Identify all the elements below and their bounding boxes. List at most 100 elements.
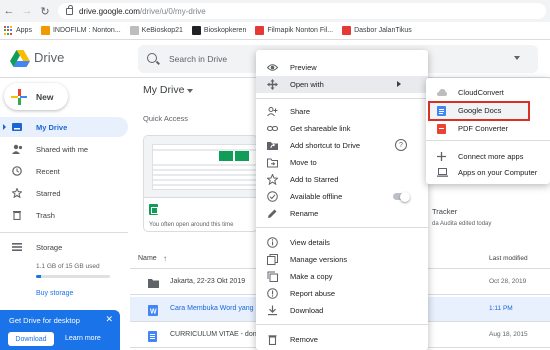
- new-button[interactable]: New: [4, 83, 68, 110]
- drive-icon: [12, 122, 22, 132]
- card-title[interactable]: Tracker: [432, 207, 457, 216]
- file-name: Jakarta, 22-23 Okt 2019: [170, 278, 246, 285]
- sidebar-item-starred[interactable]: Starred: [0, 183, 128, 203]
- menu-item-share[interactable]: Share: [256, 103, 428, 120]
- submenu-item-computer-apps[interactable]: Apps on your Computer: [426, 164, 550, 181]
- quick-access-heading: Quick Access: [143, 114, 189, 123]
- cloudconvert-icon: [437, 88, 447, 98]
- folder-icon: [148, 278, 159, 288]
- drive-logo-icon[interactable]: [10, 50, 30, 67]
- sidebar-item-label: Storage: [36, 242, 63, 252]
- bookmark-bioskopkeren[interactable]: Bioskopkeren: [191, 26, 246, 35]
- kebioskop-favicon: [129, 26, 139, 35]
- menu-item-label: Share: [290, 107, 311, 116]
- bookmark-label: INDOFILM : Nonton...: [52, 27, 121, 34]
- menu-divider: [256, 227, 428, 228]
- bookmark-label: KeBioskop21: [141, 27, 183, 34]
- menu-item-rename[interactable]: Rename: [256, 205, 428, 222]
- docs-icon: [148, 331, 159, 342]
- learn-more-link[interactable]: Learn more: [65, 335, 101, 342]
- menu-item-label: Rename: [290, 209, 319, 218]
- file-name: CURRICULUM VITAE - done: [170, 331, 261, 338]
- menu-divider: [256, 98, 428, 99]
- offline-toggle[interactable]: [393, 191, 410, 202]
- file-modified: 1:11 PM: [489, 305, 513, 312]
- bookmark-label: Apps: [16, 27, 32, 34]
- search-options-icon[interactable]: [514, 56, 520, 60]
- submenu-item-pdf-converter[interactable]: PDF Converter: [426, 120, 550, 137]
- back-icon[interactable]: ←: [0, 0, 18, 22]
- menu-item-get-link[interactable]: Get shareable link: [256, 120, 428, 137]
- menu-item-label: View details: [290, 238, 330, 247]
- info-icon: [267, 237, 278, 248]
- search-icon[interactable]: [147, 53, 157, 63]
- menu-divider: [426, 140, 550, 141]
- sidebar-item-recent[interactable]: Recent: [0, 161, 128, 181]
- menu-item-open-with[interactable]: Open with: [256, 76, 428, 93]
- bookmark-kebioskop21[interactable]: KeBioskop21: [129, 26, 183, 35]
- trash-icon: [12, 210, 22, 220]
- star-icon: [267, 174, 278, 185]
- lock-icon: [66, 4, 73, 15]
- file-modified: Oct 28, 2019: [489, 278, 527, 285]
- sidebar-item-shared[interactable]: Shared with me: [0, 139, 128, 159]
- bookmarks-bar: Apps INDOFILM : Nonton... KeBioskop21 Bi…: [0, 22, 550, 40]
- context-menu: Preview Open with Share Get shareable li…: [256, 50, 428, 350]
- submenu-item-connect-apps[interactable]: Connect more apps: [426, 148, 550, 165]
- search-input[interactable]: Search in Drive: [169, 54, 227, 64]
- submenu-item-cloudconvert[interactable]: CloudConvert: [426, 84, 550, 101]
- quick-access-card[interactable]: You often open around this time: [143, 135, 258, 232]
- name-column-header[interactable]: Name: [138, 255, 157, 262]
- menu-item-download[interactable]: Download: [256, 302, 428, 319]
- browser-toolbar: ← → ↻ drive.google.com/drive/u/0/my-driv…: [0, 0, 550, 22]
- bookmark-label: Dasbor JalanTikus: [354, 27, 412, 34]
- page-title[interactable]: My Drive: [143, 84, 184, 96]
- help-icon[interactable]: ?: [395, 139, 407, 151]
- menu-item-preview[interactable]: Preview: [256, 59, 428, 76]
- chevron-down-icon[interactable]: [187, 89, 193, 93]
- menu-item-add-shortcut[interactable]: Add shortcut to Drive ?: [256, 137, 428, 154]
- menu-item-manage-versions[interactable]: Manage versions: [256, 251, 428, 268]
- sidebar-item-label: Shared with me: [36, 144, 89, 154]
- app-title[interactable]: Drive: [34, 50, 64, 65]
- expand-arrow-icon[interactable]: [3, 124, 6, 130]
- copy-icon: [267, 271, 278, 282]
- menu-item-report-abuse[interactable]: Report abuse: [256, 285, 428, 302]
- pencil-icon: [267, 208, 278, 219]
- submenu-item-google-docs[interactable]: Google Docs: [426, 101, 550, 121]
- close-icon[interactable]: ✕: [105, 314, 113, 325]
- sidebar-item-my-drive[interactable]: My Drive: [0, 117, 128, 137]
- indofilm-favicon: [40, 26, 50, 35]
- download-button[interactable]: Download: [8, 332, 54, 346]
- desktop-promo-banner: Get Drive for desktop ✕ Download Learn m…: [0, 310, 120, 350]
- promo-title: Get Drive for desktop: [9, 316, 80, 325]
- forward-icon[interactable]: →: [18, 0, 36, 22]
- reload-icon[interactable]: ↻: [36, 0, 54, 22]
- bookmark-indofilm[interactable]: INDOFILM : Nonton...: [40, 26, 121, 35]
- bookmark-apps[interactable]: Apps: [4, 26, 32, 35]
- laptop-icon: [437, 168, 448, 178]
- menu-item-label: Make a copy: [290, 272, 333, 281]
- menu-item-view-details[interactable]: View details: [256, 234, 428, 251]
- modified-column-header[interactable]: Last modified: [489, 255, 528, 262]
- menu-item-move-to[interactable]: Move to: [256, 154, 428, 171]
- bookmark-jalantikus[interactable]: Dasbor JalanTikus: [342, 26, 412, 35]
- storage-used-text: 1.1 GB of 15 GB used: [36, 263, 100, 270]
- menu-item-label: Open with: [290, 80, 324, 89]
- menu-item-add-starred[interactable]: Add to Starred: [256, 171, 428, 188]
- menu-item-remove[interactable]: Remove: [256, 331, 428, 348]
- sheets-icon: [149, 204, 158, 215]
- bookmark-filmapik[interactable]: Filmapik Nonton Fil...: [255, 26, 333, 35]
- address-bar[interactable]: drive.google.com/drive/u/0/my-drive: [58, 3, 546, 19]
- sidebar-item-storage[interactable]: Storage: [0, 237, 128, 257]
- sort-arrow-icon[interactable]: ↑: [163, 254, 167, 263]
- svg-text:W: W: [150, 309, 157, 316]
- menu-item-available-offline[interactable]: Available offline: [256, 188, 428, 205]
- buy-storage-link[interactable]: Buy storage: [36, 290, 73, 297]
- menu-item-label: Move to: [290, 158, 317, 167]
- eye-icon: [267, 62, 278, 73]
- menu-item-make-copy[interactable]: Make a copy: [256, 268, 428, 285]
- word-icon: W: [148, 305, 159, 316]
- sidebar-item-trash[interactable]: Trash: [0, 205, 128, 225]
- card-subtitle: da Audita edited today: [432, 221, 492, 227]
